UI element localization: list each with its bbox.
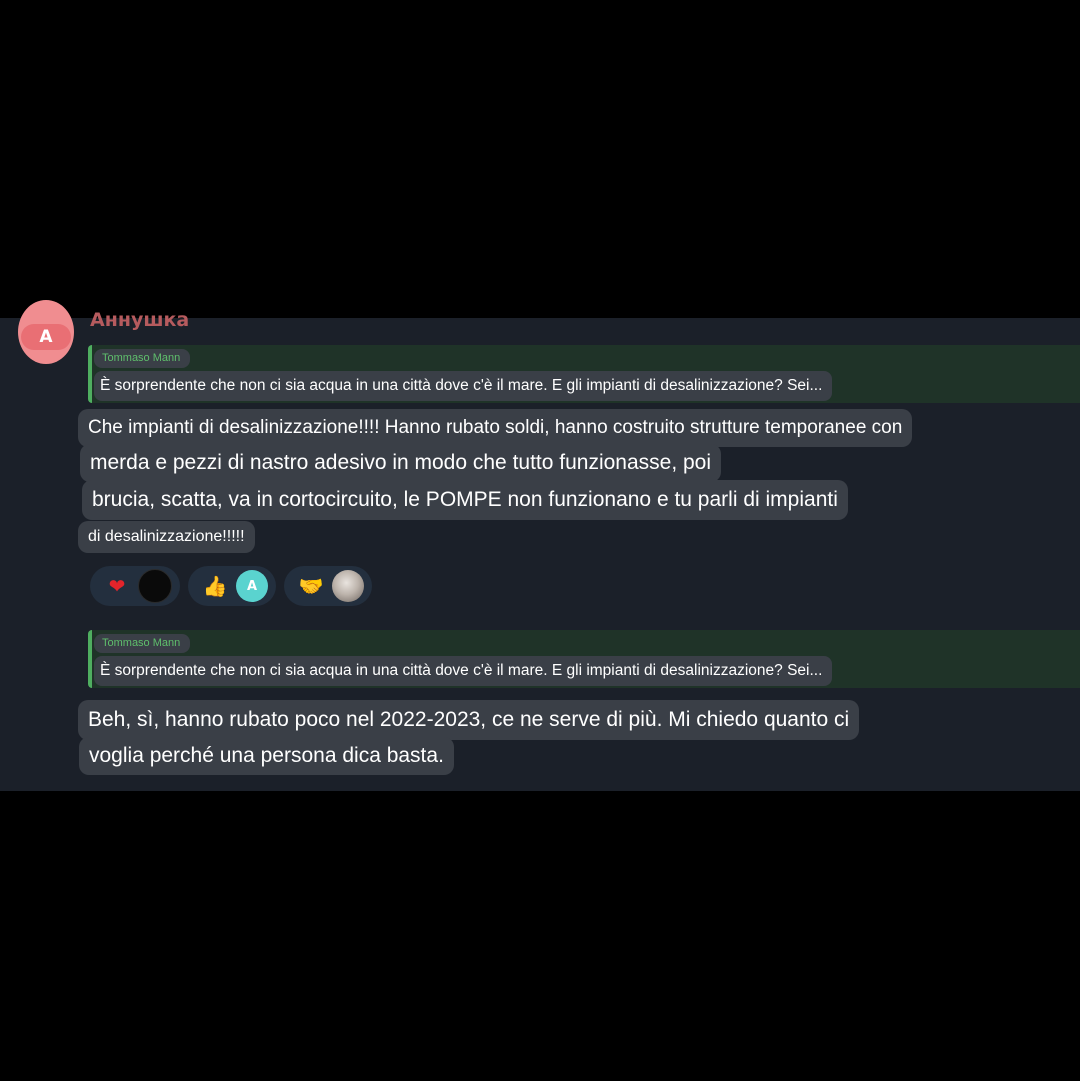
reaction-thumbs-up[interactable]: 👍 A: [188, 566, 276, 606]
message-text-line: merda e pezzi di nastro adesivo in modo …: [80, 444, 722, 482]
screenshot-frame: A Аннушка Tommaso Mann È sorprendente ch…: [0, 0, 1080, 1081]
message-text-line: di desalinizzazione!!!!!: [78, 521, 255, 553]
message-text-line: voglia perché una persona dica basta.: [79, 737, 454, 775]
message-text-line: Beh, sì, hanno rubato poco nel 2022-2023…: [78, 700, 860, 740]
heart-icon: ❤: [108, 574, 126, 598]
reply-quote[interactable]: Tommaso Mann È sorprendente che non ci s…: [88, 345, 1080, 403]
message-text-line: brucia, scatta, va in cortocircuito, le …: [82, 480, 848, 520]
sender-name[interactable]: Аннушка: [90, 308, 189, 332]
reply-author: Tommaso Mann: [94, 634, 191, 653]
reactor-avatar-photo: [332, 570, 364, 602]
reaction-handshake[interactable]: 🤝: [284, 566, 372, 606]
reactor-avatar: [138, 569, 172, 603]
reaction-heart[interactable]: ❤: [90, 566, 180, 606]
reply-author: Tommaso Mann: [94, 349, 191, 368]
sender-avatar-initial: A: [39, 327, 53, 347]
thumbs-up-icon: 👍: [202, 574, 228, 598]
reply-preview-text: È sorprendente che non ci sia acqua in u…: [94, 371, 833, 401]
reactor-avatar: A: [236, 570, 268, 602]
message-text-line: Che impianti di desalinizzazione!!!! Han…: [78, 409, 913, 447]
reply-preview-text: È sorprendente che non ci sia acqua in u…: [94, 656, 833, 686]
sender-avatar[interactable]: A: [18, 300, 74, 364]
sender-avatar-badge: A: [21, 324, 71, 350]
handshake-icon: 🤝: [298, 574, 324, 598]
reply-quote[interactable]: Tommaso Mann È sorprendente che non ci s…: [88, 630, 1080, 688]
reactions-bar: ❤ 👍 A 🤝: [90, 566, 372, 606]
